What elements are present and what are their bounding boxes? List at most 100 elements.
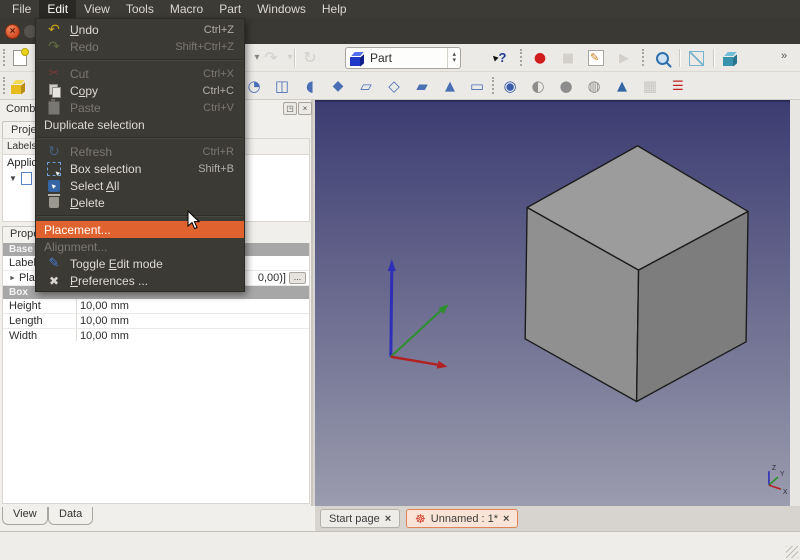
tree-expander-icon[interactable]: ▼ [9, 174, 17, 183]
new-document-button[interactable] [10, 44, 30, 72]
loft-icon: ◇ [388, 79, 400, 94]
toolbar-grip[interactable] [520, 49, 526, 66]
menubar-item-macro[interactable]: Macro [162, 0, 211, 18]
tab-close-icon[interactable]: × [385, 513, 391, 525]
offset-button[interactable]: ▲ [440, 72, 460, 100]
placement-edit-button[interactable]: ... [289, 272, 306, 284]
draw-style-button[interactable] [686, 44, 706, 72]
check-geometry-icon: ▲ [617, 80, 627, 93]
menu-icon-slot [44, 162, 64, 176]
workbench-selector-spinner[interactable]: ▴▾ [447, 48, 456, 68]
property-value[interactable]: 10,00 mm [77, 299, 309, 313]
document-tab-start-page[interactable]: Start page× [320, 509, 400, 528]
whatsthis-button[interactable] [488, 44, 508, 72]
menubar-item-view[interactable]: View [76, 0, 118, 18]
menu-item-shortcut: Shift+B [198, 163, 234, 175]
thickness-button[interactable]: ▭ [467, 72, 487, 100]
redo-toolbar-button: ↷ [261, 44, 281, 72]
panel-close-button[interactable]: × [298, 102, 312, 115]
boolean-cut-button[interactable]: ◐ [528, 72, 548, 100]
property-grid-empty [2, 341, 310, 504]
macro-play-icon: ▶ [619, 52, 629, 65]
redo-toolbar-icon: ↷ [264, 50, 277, 66]
expander-icon[interactable]: ► [9, 272, 16, 285]
menu-item-label: Cut [70, 67, 89, 81]
toolbar-grip[interactable] [492, 77, 498, 94]
menu-item-toggle-edit-mode[interactable]: ✎ Toggle Edit mode [36, 255, 244, 272]
document-icon [21, 172, 32, 185]
boolean-intersection-button[interactable]: ◍ [584, 72, 604, 100]
copy-icon [49, 84, 60, 97]
macro-record-button[interactable]: ● [530, 44, 550, 72]
boolean-button[interactable]: ◉ [500, 72, 520, 100]
svg-text:Y: Y [780, 471, 785, 478]
macro-edit-button[interactable] [586, 44, 606, 72]
fit-all-button[interactable] [652, 44, 672, 72]
window-close-button[interactable]: × [5, 24, 20, 39]
boolean-union-button[interactable]: ● [556, 72, 576, 100]
viewport-3d[interactable]: Z Y X [315, 100, 790, 506]
box-solid[interactable] [525, 146, 748, 402]
menu-item-undo[interactable]: ↶UndoCtrl+Z [36, 21, 244, 38]
toolbar-grip[interactable] [642, 49, 648, 66]
menu-item-label: Toggle Edit mode [70, 257, 163, 271]
document-tab-label: Unnamed : 1* [431, 513, 498, 525]
document-tab-unnamed-1[interactable]: ☸Unnamed : 1*× [406, 509, 518, 528]
menubar-item-file[interactable]: File [4, 0, 39, 18]
menu-item-shortcut: Ctrl+C [203, 85, 234, 97]
boolean-union-icon: ● [559, 79, 572, 94]
menubar-item-help[interactable]: Help [314, 0, 355, 18]
menu-item-box-selection[interactable]: Box selection Shift+B [36, 160, 244, 177]
loft-button[interactable]: ◇ [384, 72, 404, 100]
preferences-icon: ✖ [49, 275, 59, 287]
menu-item-placement[interactable]: Placement... [36, 221, 244, 238]
boolean-intersection-icon: ◍ [587, 79, 600, 94]
box-primitive-button[interactable] [8, 72, 28, 100]
undo-icon: ↶ [48, 23, 60, 37]
menu-item-label: Box selection [70, 162, 141, 176]
menubar-item-edit[interactable]: Edit [39, 0, 76, 18]
fillet-icon: ◖ [306, 79, 314, 94]
redo-dropdown-icon: ▾ [287, 53, 292, 63]
defeaturing-icon: ▦ [643, 79, 657, 94]
menubar-item-tools[interactable]: Tools [118, 0, 162, 18]
resize-grip[interactable] [786, 546, 798, 558]
mirror-icon: ◫ [275, 79, 289, 94]
mirror-button[interactable]: ◫ [272, 72, 292, 100]
menu-item-select-all[interactable]: Select All [36, 177, 244, 194]
menu-item-copy[interactable]: CopyCtrl+C [36, 82, 244, 99]
tab-close-icon[interactable]: × [503, 513, 509, 525]
toolbar-grip[interactable] [3, 49, 9, 66]
workbench-selector[interactable]: Part ▴▾ [345, 47, 461, 69]
tab-data[interactable]: Data [48, 507, 93, 525]
cut-icon: ✂ [49, 67, 60, 80]
ruled-surface-button[interactable]: ▱ [356, 72, 376, 100]
property-value[interactable]: 10,00 mm [77, 314, 309, 328]
sweep-button[interactable]: ▰ [412, 72, 432, 100]
menu-separator [37, 59, 243, 61]
mouse-cursor [187, 210, 201, 230]
menu-item-preferences[interactable]: ✖Preferences ... [36, 272, 244, 289]
menu-item-shortcut: Ctrl+Z [204, 24, 234, 36]
menu-icon-slot [44, 197, 64, 208]
menu-item-delete[interactable]: Delete [36, 194, 244, 211]
check-geometry-button[interactable]: ▲ [612, 72, 632, 100]
macro-stop-button: ■ [558, 44, 578, 72]
revolve-button[interactable]: ◔ [244, 72, 264, 100]
cross-sections-button[interactable]: ☰ [668, 72, 688, 100]
tab-view[interactable]: View [2, 507, 48, 525]
panel-float-button[interactable]: ◳ [283, 102, 297, 115]
menu-item-redo: ↷RedoShift+Ctrl+Z [36, 38, 244, 55]
toolbar-overflow-chevron[interactable]: » [781, 50, 787, 62]
axonometric-button[interactable] [720, 44, 740, 72]
ruled-surface-icon: ▱ [360, 79, 372, 94]
cross-sections-icon: ☰ [672, 80, 684, 93]
menu-item-duplicate-selection[interactable]: Duplicate selection [36, 116, 244, 133]
fillet-button[interactable]: ◖ [300, 72, 320, 100]
menu-icon-slot: ✎ [44, 257, 64, 270]
menubar-item-windows[interactable]: Windows [249, 0, 314, 18]
workbench-selector-value: Part [370, 51, 392, 65]
property-row-height: Height10,00 mm [3, 299, 309, 314]
chamfer-button[interactable]: ◆ [328, 72, 348, 100]
menubar-item-part[interactable]: Part [211, 0, 249, 18]
